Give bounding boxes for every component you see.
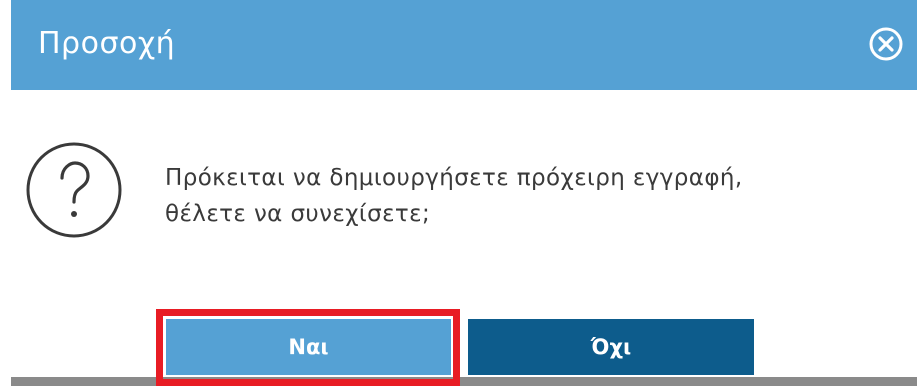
message-line-1: Πρόκειται να δημιουργήσετε πρόχειρη εγγρ… (165, 165, 743, 191)
message-line-2: θέλετε να συνεχίσετε; (165, 201, 431, 227)
bottom-divider (11, 377, 917, 386)
close-button[interactable] (868, 26, 904, 62)
highlight-box (156, 309, 460, 386)
close-circle-icon (869, 27, 903, 61)
dialog-title: Προσοχή (38, 26, 176, 61)
confirm-dialog: Προσοχή Πρόκειται να δημιουργήσετε πρόχε… (11, 0, 917, 386)
dialog-titlebar: Προσοχή (11, 0, 917, 90)
dialog-message: Πρόκειται να δημιουργήσετε πρόχειρη εγγρ… (165, 160, 915, 232)
no-button[interactable]: Όχι (468, 319, 754, 375)
question-circle-icon (24, 140, 124, 240)
